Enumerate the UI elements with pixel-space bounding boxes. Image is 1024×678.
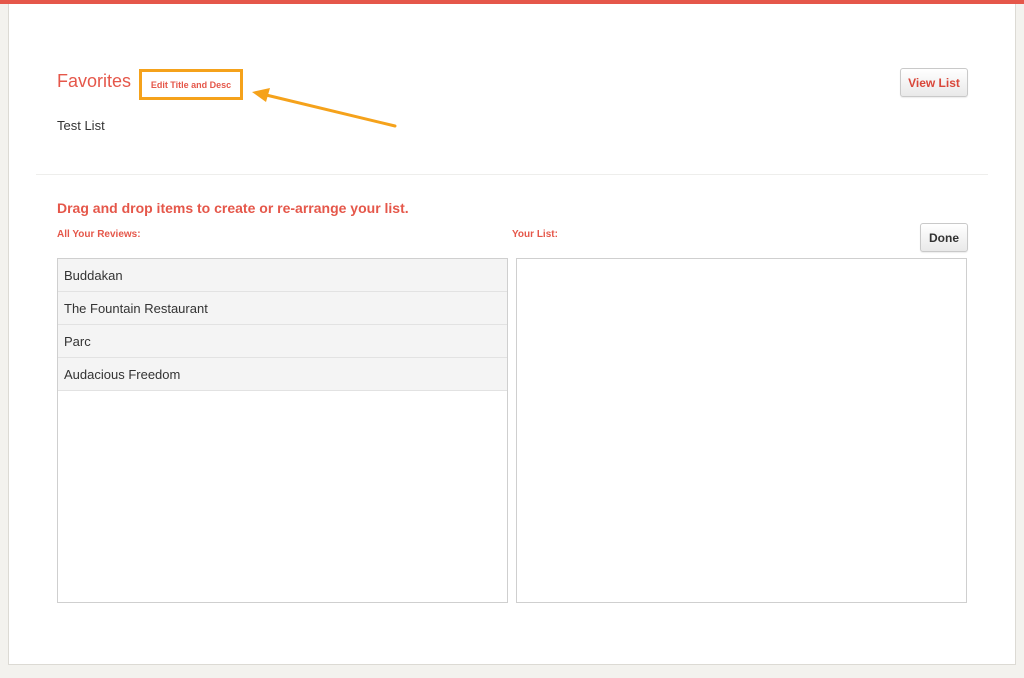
all-reviews-label: All Your Reviews:	[57, 229, 141, 240]
instructions-heading: Drag and drop items to create or re-arra…	[57, 200, 409, 216]
your-list-dropzone[interactable]	[516, 258, 967, 603]
review-item[interactable]: Parc	[58, 325, 507, 358]
section-divider	[36, 174, 988, 175]
list-description: Test List	[57, 118, 105, 133]
reviews-list: Buddakan The Fountain Restaurant Parc Au…	[58, 259, 507, 391]
list-title: Favorites	[57, 71, 132, 91]
your-list-label: Your List:	[512, 229, 558, 240]
review-item[interactable]: Audacious Freedom	[58, 358, 507, 391]
review-item[interactable]: The Fountain Restaurant	[58, 292, 507, 325]
arrow-left-icon	[252, 88, 397, 128]
all-reviews-panel[interactable]: Buddakan The Fountain Restaurant Parc Au…	[57, 258, 508, 603]
done-button[interactable]: Done	[920, 223, 968, 252]
edit-title-desc-link[interactable]: Edit Title and Desc	[139, 69, 243, 100]
view-list-button[interactable]: View List	[900, 68, 968, 97]
review-item[interactable]: Buddakan	[58, 259, 507, 292]
